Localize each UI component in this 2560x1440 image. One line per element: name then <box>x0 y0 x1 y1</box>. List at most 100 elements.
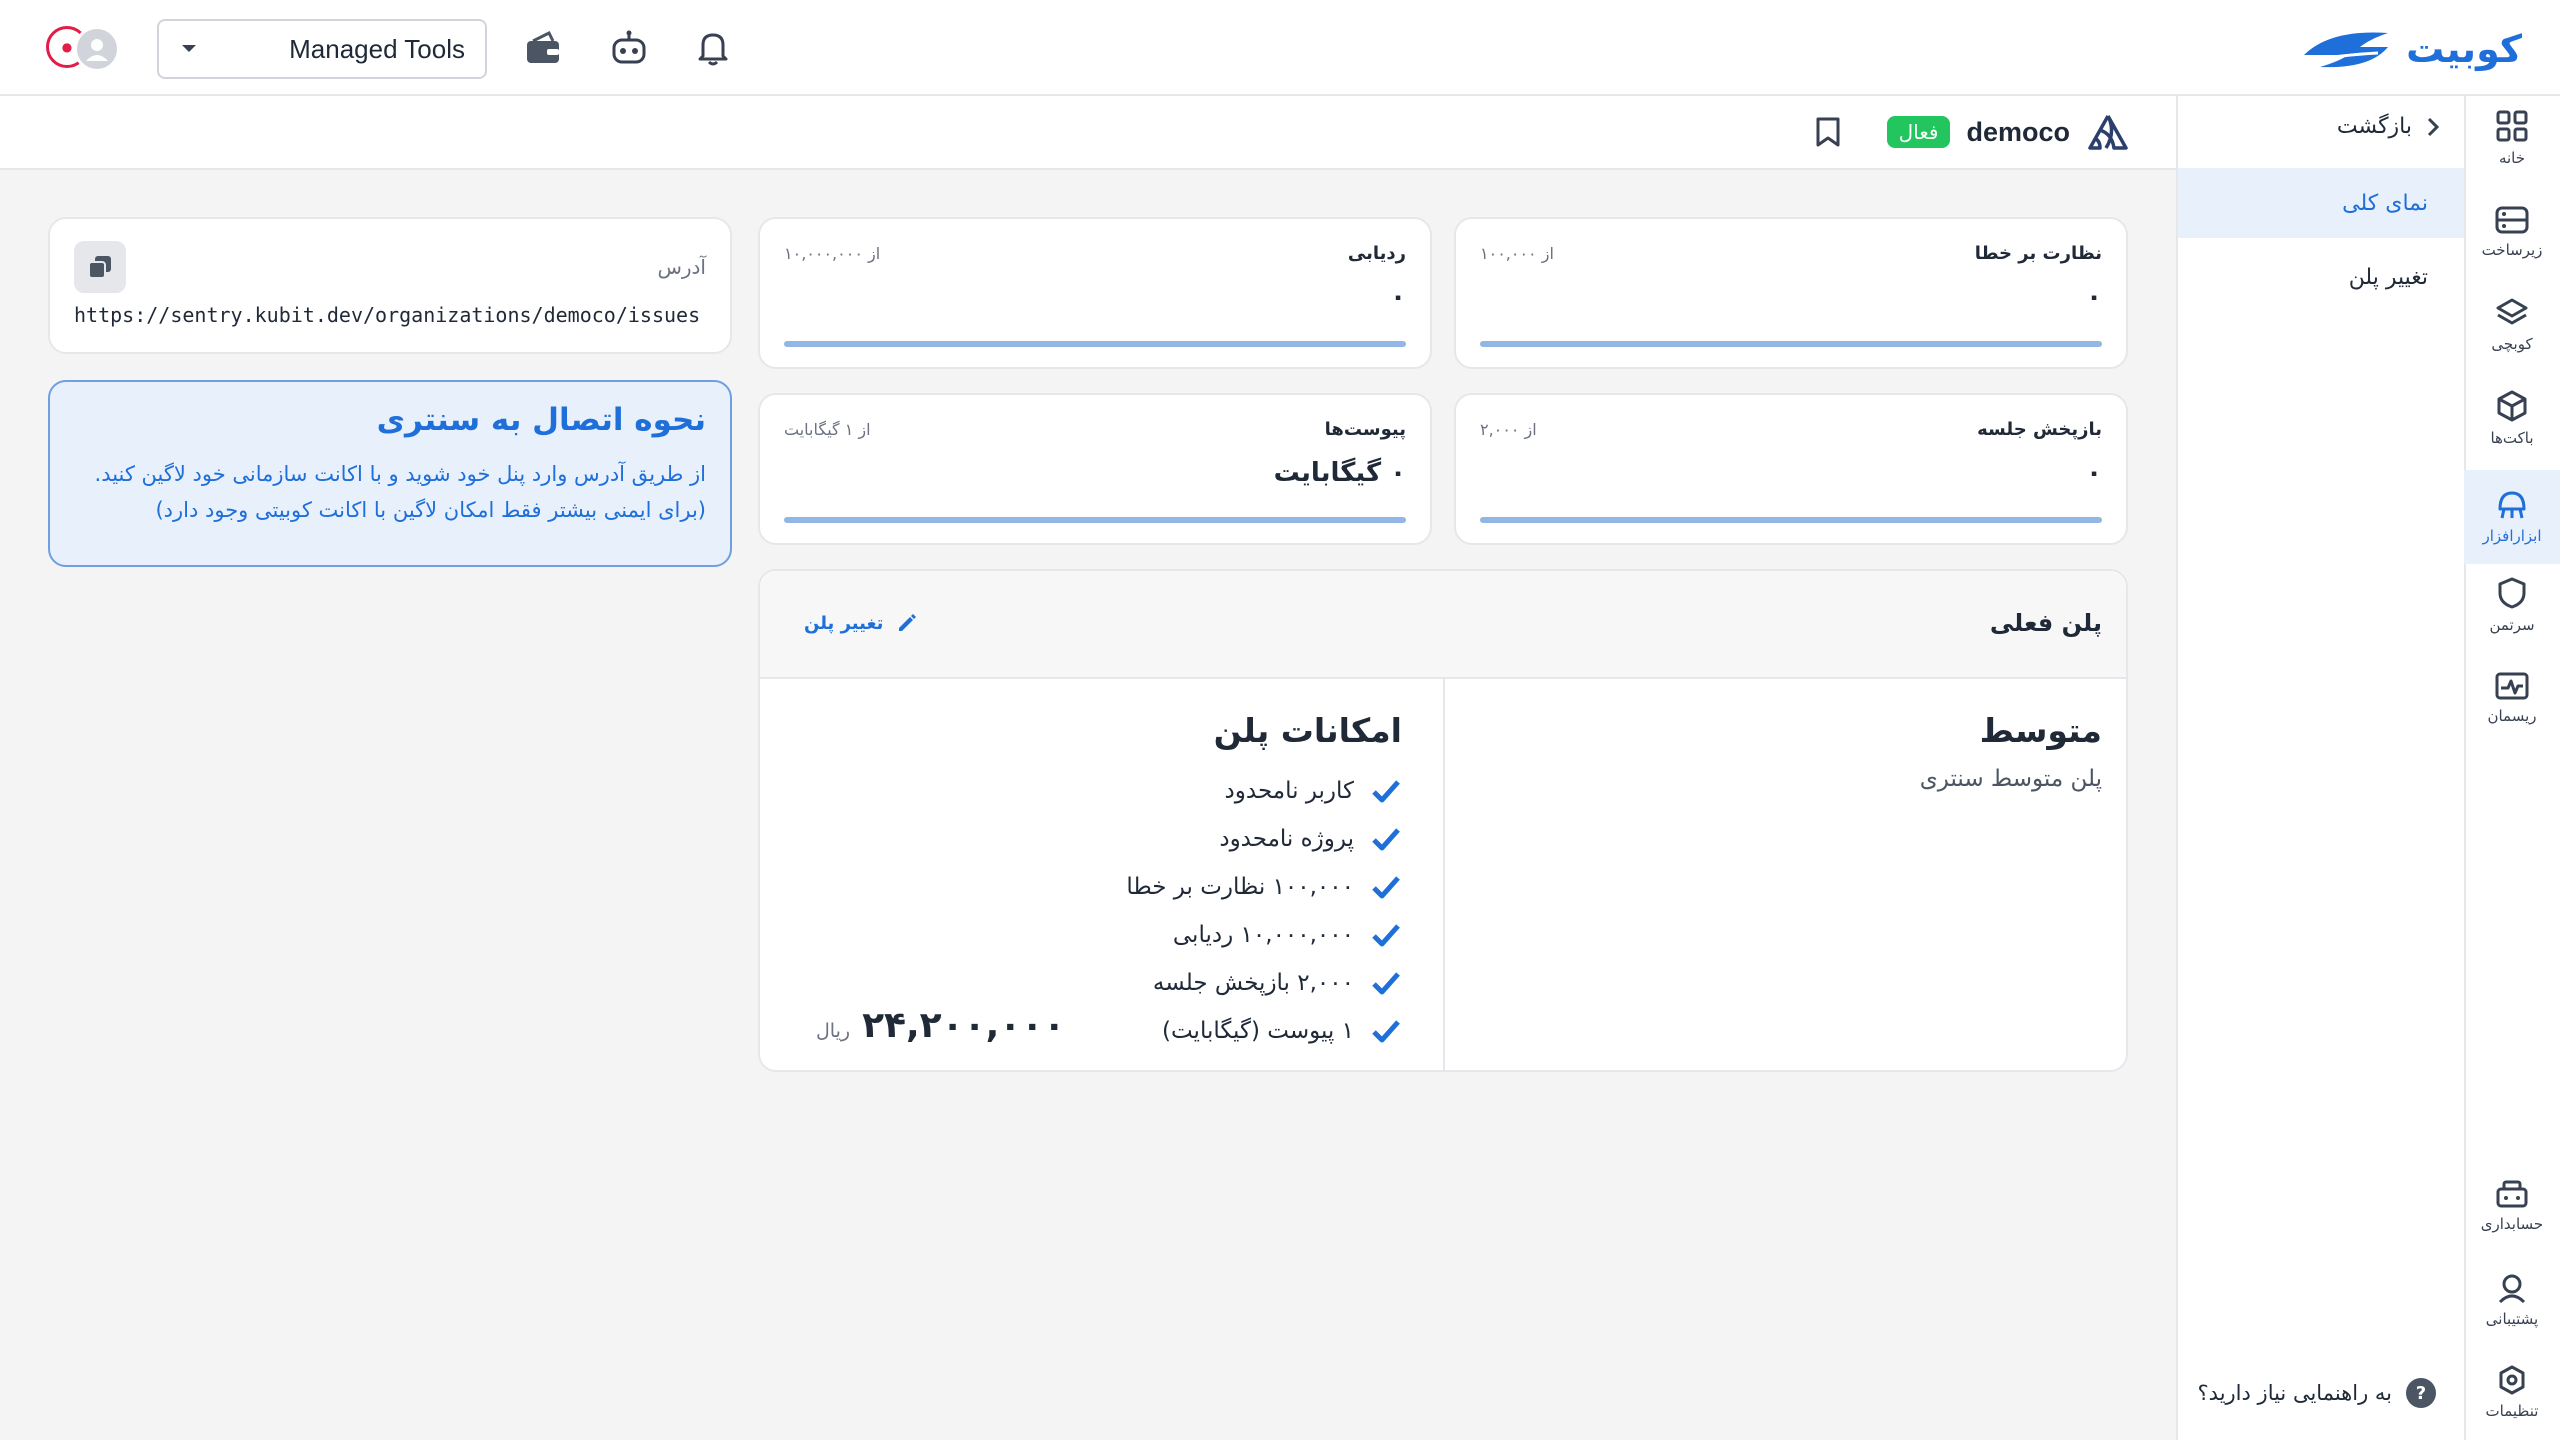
accounting-icon <box>2496 1180 2528 1208</box>
rail-settings-label: تنظیمات <box>2485 1402 2539 1420</box>
rail-kubchi-label: کوبچی <box>2491 335 2533 353</box>
check-icon <box>1370 967 1402 999</box>
metric-value: ۰ <box>2086 458 2102 488</box>
metric-progress-bar <box>784 341 1406 347</box>
plan-price: ۲۴,۲۰۰,۰۰۰ ریال <box>816 1005 1065 1046</box>
metric-progress-bar <box>784 517 1406 523</box>
metric-progress-bar <box>1480 341 2102 347</box>
chevron-right-icon <box>2427 117 2440 136</box>
rail-buckets[interactable]: باکت‌ها <box>2464 376 2560 460</box>
brand-logo-link[interactable]: کوبیت <box>2300 22 2522 76</box>
price-amount: ۲۴,۲۰۰,۰۰۰ <box>862 1005 1066 1046</box>
notifications-button[interactable] <box>693 28 733 68</box>
metric-card-session-replay: بازپخش جلسه از ۲,۰۰۰ ۰ <box>1454 393 2128 545</box>
rail-tools[interactable]: ابزارافزار <box>2464 470 2560 564</box>
plan-description: پلن متوسط سنتری <box>1919 766 2102 792</box>
layers-icon <box>2496 298 2528 325</box>
metric-limit: از ۲,۰۰۰ <box>1480 420 1537 439</box>
rail-home[interactable]: خانه <box>2464 96 2560 180</box>
list-item: ۱۰,۰۰۰,۰۰۰ ردیابی <box>1126 911 1402 959</box>
metric-title: ردیابی <box>1347 243 1406 264</box>
nav-change-plan[interactable]: تغییر پلن <box>2178 242 2464 312</box>
feature-label: پروژه نامحدود <box>1219 826 1354 852</box>
metric-title: بازپخش جلسه <box>1977 419 2102 440</box>
rail-settings[interactable]: تنظیمات <box>2464 1350 2560 1434</box>
rail-accounting[interactable]: حسابداری <box>2464 1164 2560 1248</box>
feature-label: ۱ پیوست (گیگابایت) <box>1161 1018 1354 1044</box>
rail-accounting-label: حسابداری <box>2480 1215 2544 1233</box>
icon-rail: خانه زیرساخت کوبچی باکت‌ها ابزارافزار سر… <box>2464 96 2560 1440</box>
status-badge: فعال <box>1886 116 1951 148</box>
check-icon <box>1370 919 1402 951</box>
shield-icon <box>2498 577 2526 609</box>
metric-title: پیوست‌ها <box>1324 419 1406 440</box>
project-name: democo <box>1966 116 2070 147</box>
list-item: ۱۰۰,۰۰۰ نظارت بر خطا <box>1126 863 1402 911</box>
feature-label: کاربر نامحدود <box>1224 778 1354 804</box>
current-plan-card: پلن فعلی تغییر پلن متوسط پلن متوسط سنتری… <box>758 569 2128 1072</box>
support-icon <box>2498 1274 2526 1304</box>
server-icon <box>2495 206 2529 234</box>
list-item: ۱ پیوست (گیگابایت) <box>1126 1007 1402 1055</box>
rail-risman-label: ریسمان <box>2487 707 2537 725</box>
top-bar: کوبیت ● Managed Tools <box>0 0 2560 96</box>
copy-button[interactable] <box>74 241 126 293</box>
rail-infrastructure-label: زیرساخت <box>2481 241 2543 259</box>
metric-limit: از ۱۰,۰۰۰,۰۰۰ <box>784 244 881 263</box>
rail-sertman-label: سرتمن <box>2489 616 2535 634</box>
rail-support-label: پشتیبانی <box>2485 1310 2539 1328</box>
feature-label: ۱۰۰,۰۰۰ نظارت بر خطا <box>1126 874 1354 900</box>
address-label: آدرس <box>657 255 706 279</box>
rail-infrastructure[interactable]: زیرساخت <box>2464 190 2560 274</box>
grid-icon <box>2496 110 2528 142</box>
user-icon <box>86 39 108 61</box>
help-link[interactable]: ? به راهنمایی نیاز دارید؟ <box>2198 1378 2436 1408</box>
info-title: نحوه اتصال به سنتری <box>376 402 706 438</box>
wallet-button[interactable] <box>523 28 563 68</box>
metric-value: ۰ <box>1390 282 1406 312</box>
features-list: کاربر نامحدود پروژه نامحدود ۱۰۰,۰۰۰ نظار… <box>1126 767 1402 1055</box>
wallet-icon <box>527 31 559 63</box>
check-icon <box>1370 1015 1402 1047</box>
connection-info-card: نحوه اتصال به سنتری از طریق آدرس وارد پن… <box>48 380 732 567</box>
metric-limit: از ۱۰۰,۰۰۰ <box>1480 244 1554 263</box>
plan-header-title: پلن فعلی <box>1989 609 2102 637</box>
metric-progress-bar <box>1480 517 2102 523</box>
rail-home-label: خانه <box>2498 149 2526 167</box>
list-item: کاربر نامحدود <box>1126 767 1402 815</box>
feature-label: ۲,۰۰۰ بازپخش جلسه <box>1152 970 1354 996</box>
question-icon: ? <box>2406 1378 2436 1408</box>
rail-support[interactable]: پشتیبانی <box>2464 1258 2560 1342</box>
check-icon <box>1370 775 1402 807</box>
user-menu[interactable]: ● <box>46 22 126 74</box>
metric-card-tracing: ردیابی از ۱۰,۰۰۰,۰۰۰ ۰ <box>758 217 1432 369</box>
robot-button[interactable] <box>609 28 649 68</box>
project-header: democo فعال <box>0 96 2176 170</box>
tools-icon <box>2498 491 2526 519</box>
chevron-down-icon <box>182 45 196 52</box>
help-label: به راهنمایی نیاز دارید؟ <box>2197 1381 2392 1405</box>
sentry-logo-icon <box>2088 115 2128 150</box>
check-icon <box>1370 871 1402 903</box>
metric-title: نظارت بر خطا <box>1974 243 2102 264</box>
rail-kubchi[interactable]: کوبچی <box>2464 283 2560 367</box>
nav-overview[interactable]: نمای کلی <box>2178 168 2464 238</box>
plan-name: متوسط <box>1979 711 2102 750</box>
brand-name: کوبیت <box>2406 27 2522 71</box>
plan-divider <box>1443 679 1445 1070</box>
metric-value: ۰ گیگابایت <box>1273 458 1406 488</box>
rail-sertman[interactable]: سرتمن <box>2464 563 2560 647</box>
managed-tools-select[interactable]: Managed Tools <box>157 19 487 79</box>
avatar[interactable] <box>74 26 120 72</box>
project-title: democo فعال <box>1815 112 2130 152</box>
address-url[interactable]: https://sentry.kubit.dev/organizations/d… <box>74 303 700 327</box>
rail-risman[interactable]: ریسمان <box>2464 656 2560 740</box>
change-plan-button[interactable]: تغییر پلن <box>804 611 919 635</box>
bell-icon <box>698 33 728 66</box>
change-plan-label: تغییر پلن <box>804 612 884 634</box>
robot-icon <box>612 30 646 64</box>
bookmark-icon[interactable] <box>1815 116 1841 148</box>
back-label: بازگشت <box>2336 114 2412 139</box>
metric-value: ۰ <box>2086 282 2102 312</box>
back-link[interactable]: بازگشت <box>2337 114 2440 139</box>
